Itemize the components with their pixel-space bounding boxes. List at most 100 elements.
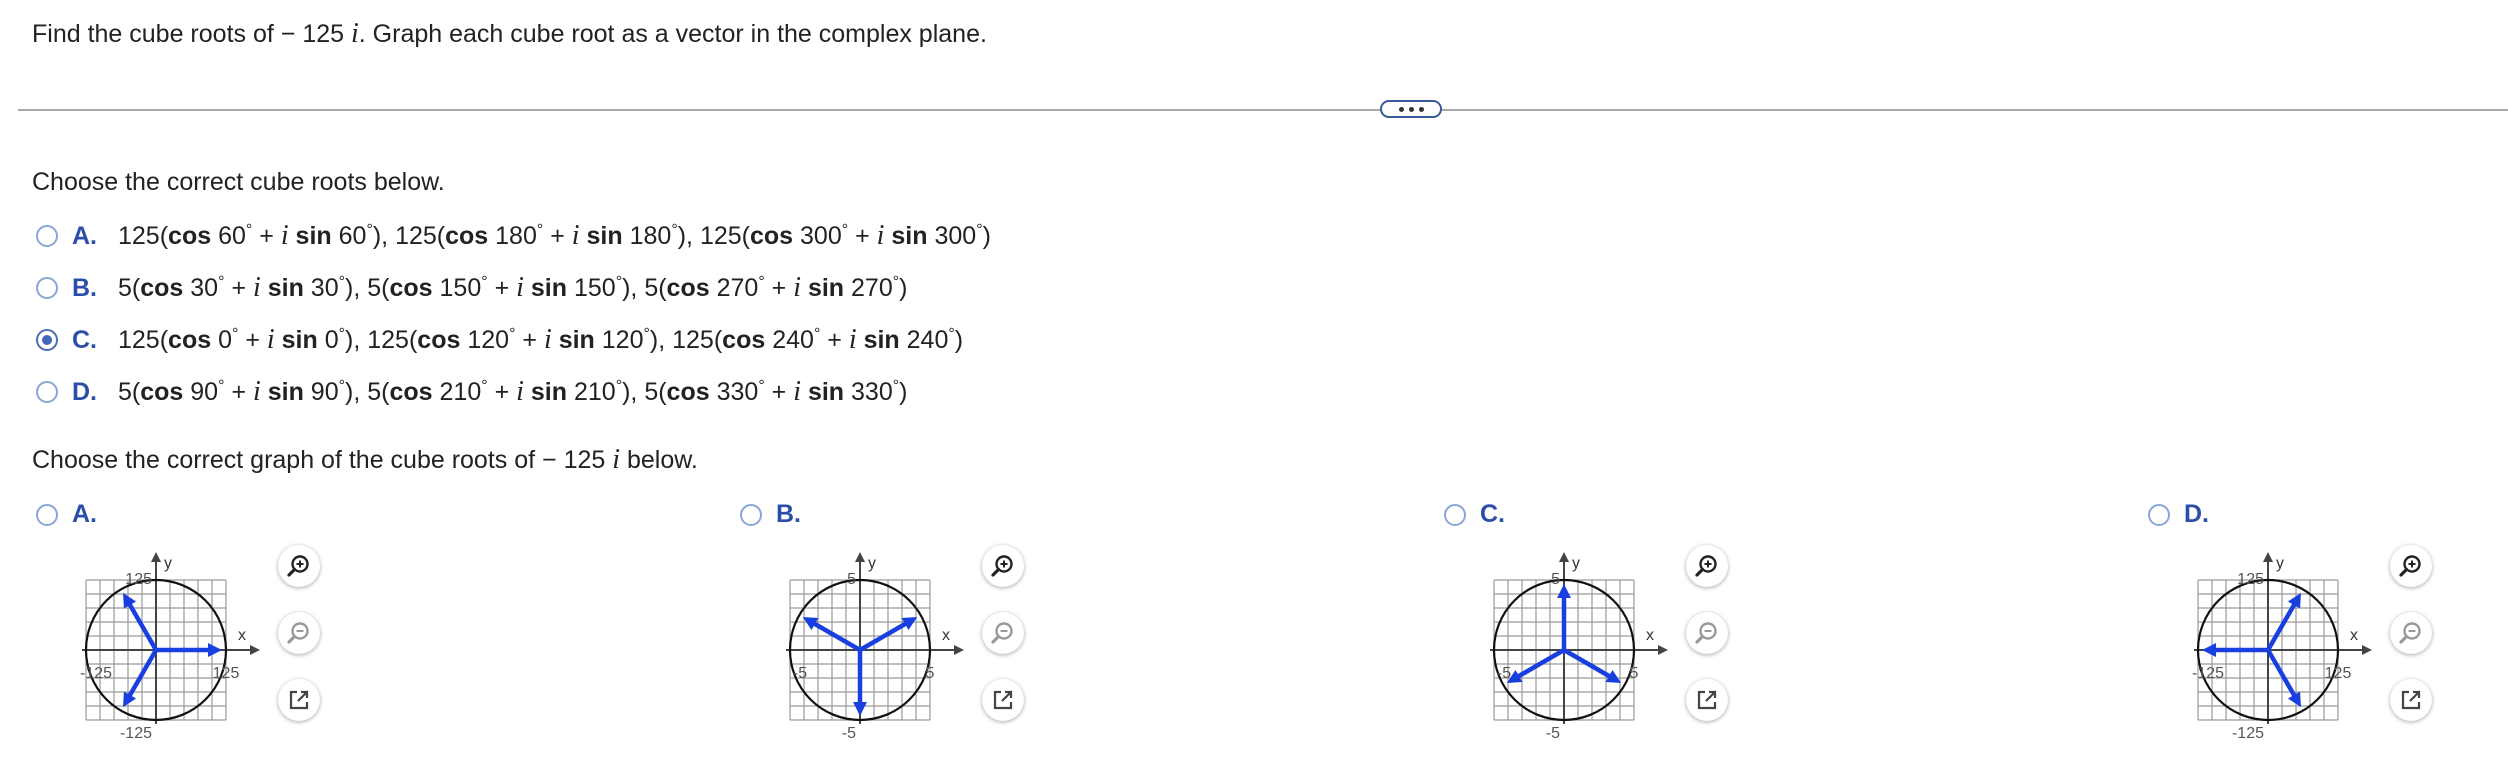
- graph-prompt-minus: −: [542, 446, 557, 474]
- tick-label-x-pos: 5: [1630, 665, 1639, 682]
- complex-plane-graph: y x 125 -125 -125 125: [80, 552, 260, 740]
- zoom-in-button[interactable]: [278, 545, 320, 587]
- icon-arrow: [1705, 690, 1717, 702]
- close-paren: ): [899, 378, 908, 406]
- imaginary-unit: i: [253, 376, 261, 407]
- angle: 300: [793, 222, 842, 250]
- tick-label-x-pos: 5: [926, 665, 935, 682]
- open-new-window-button[interactable]: [278, 679, 320, 721]
- question-var: i: [351, 18, 359, 49]
- angle: 90: [183, 378, 219, 406]
- angle: 180: [488, 222, 537, 250]
- radio-button[interactable]: [2148, 503, 2170, 526]
- root-term: 125(cos 0° + i sin 0°),: [118, 324, 368, 355]
- x-axis-arrow: [1658, 645, 1668, 655]
- cos-label: cos: [666, 378, 710, 406]
- root-term: 125(cos 60° + i sin 60°),: [118, 220, 395, 251]
- angle: 240: [899, 326, 949, 354]
- magnifier-handle: [2399, 634, 2409, 644]
- zoom-in-button[interactable]: [982, 545, 1024, 587]
- zoom-out-button[interactable]: [2390, 612, 2432, 654]
- radio-button[interactable]: [36, 277, 58, 299]
- root-term: 125(cos 240° + i sin 240°): [672, 324, 963, 355]
- radio-button[interactable]: [36, 329, 58, 351]
- zoom-in-button[interactable]: [1686, 545, 1728, 587]
- close-paren: ),: [622, 378, 645, 406]
- complex-plane-graph: y x 5 -5 -5 5: [786, 552, 964, 740]
- close-paren: ): [899, 274, 908, 302]
- option-letter: B.: [776, 500, 801, 528]
- cos-label: cos: [389, 274, 433, 302]
- imaginary-unit: i: [516, 376, 524, 407]
- graph-option-c[interactable]: C.: [1444, 500, 1526, 529]
- question-minus: −: [280, 20, 296, 48]
- zoom-in-icon: [1695, 555, 1717, 577]
- zoom-out-button[interactable]: [1686, 612, 1728, 654]
- more-button[interactable]: [1380, 100, 1442, 118]
- modulus: 5(: [644, 378, 667, 406]
- tick-label-x-neg: -125: [80, 665, 112, 682]
- tick-label-y-neg: -5: [1546, 725, 1560, 740]
- angle: 210: [432, 378, 482, 406]
- open-new-window-button[interactable]: [2390, 679, 2432, 721]
- root-term: 5(cos 270° + i sin 270°): [644, 272, 908, 303]
- graph-option-a[interactable]: A.: [36, 500, 118, 529]
- y-axis-arrow: [2263, 552, 2273, 562]
- radio-button[interactable]: [36, 225, 58, 247]
- question-part2: . Graph each cube root as a vector in th…: [358, 20, 987, 48]
- graph-option-b[interactable]: B.: [740, 500, 822, 529]
- plus-sign: +: [224, 378, 253, 406]
- angle: 0: [211, 326, 232, 354]
- plus-sign: +: [238, 326, 267, 354]
- y-axis-arrow: [151, 552, 161, 562]
- tick-label-y-pos: 125: [2237, 571, 2264, 588]
- root-option-b[interactable]: B. 5(cos 30° + i sin 30°), 5(cos 150° + i…: [36, 270, 907, 306]
- open-new-window-button[interactable]: [1686, 679, 1728, 721]
- modulus: 125(: [367, 326, 418, 354]
- graph-prompt-part1: Choose the correct graph of the cube roo…: [32, 446, 543, 474]
- close-paren: ),: [345, 326, 368, 354]
- radio-button[interactable]: [1444, 503, 1466, 526]
- tick-label-y-pos: 125: [125, 571, 152, 588]
- tick-label-x-neg: -125: [2192, 665, 2224, 682]
- graph-option-d[interactable]: D.: [2148, 500, 2230, 529]
- root-option-a[interactable]: A. 125(cos 60° + i sin 60°), 125(cos 180°…: [36, 218, 991, 254]
- root-option-d[interactable]: D. 5(cos 90° + i sin 90°), 5(cos 210° + i…: [36, 374, 907, 410]
- open-new-window-button[interactable]: [982, 679, 1024, 721]
- radio-button[interactable]: [740, 503, 762, 526]
- sin-label: sin: [267, 274, 304, 302]
- root-vector-arrowhead: [2202, 643, 2216, 657]
- close-paren: ),: [649, 326, 673, 354]
- option-letter: B.: [72, 273, 97, 302]
- radio-button[interactable]: [36, 381, 58, 403]
- open-new-window-icon: [1697, 690, 1717, 710]
- root-term: 5(cos 150° + i sin 150°),: [367, 272, 644, 303]
- sin-label: sin: [530, 274, 568, 302]
- plus-sign: +: [487, 378, 517, 406]
- zoom-in-button[interactable]: [2390, 545, 2432, 587]
- tick-label-y-neg: -125: [120, 725, 152, 740]
- zoom-out-button[interactable]: [982, 612, 1024, 654]
- y-axis-label: y: [164, 555, 172, 572]
- root-vector-arrowhead: [208, 643, 222, 657]
- root-option-c[interactable]: C. 125(cos 0° + i sin 0°), 125(cos 120° +…: [36, 322, 963, 358]
- cos-label: cos: [140, 274, 184, 302]
- cos-label: cos: [168, 326, 212, 354]
- complex-plane-graph: y x 5 -5 -5 5: [1490, 552, 1668, 740]
- y-axis-label: y: [868, 555, 876, 572]
- ellipsis-icon: [1398, 106, 1404, 112]
- root-term: 125(cos 180° + i sin 180°),: [395, 220, 700, 251]
- root-expression: 5(cos 90° + i sin 90°), 5(cos 210° + i s…: [118, 376, 907, 408]
- angle: 180: [622, 222, 672, 250]
- close-paren: ),: [345, 378, 368, 406]
- plus-sign: +: [820, 326, 849, 354]
- zoom-out-button[interactable]: [278, 612, 320, 654]
- x-axis-arrow: [2362, 645, 2372, 655]
- radio-button[interactable]: [36, 503, 58, 526]
- close-paren: ): [982, 222, 991, 250]
- root-term: 5(cos 30° + i sin 30°),: [118, 272, 367, 303]
- graph-prompt-part2: below.: [620, 446, 698, 474]
